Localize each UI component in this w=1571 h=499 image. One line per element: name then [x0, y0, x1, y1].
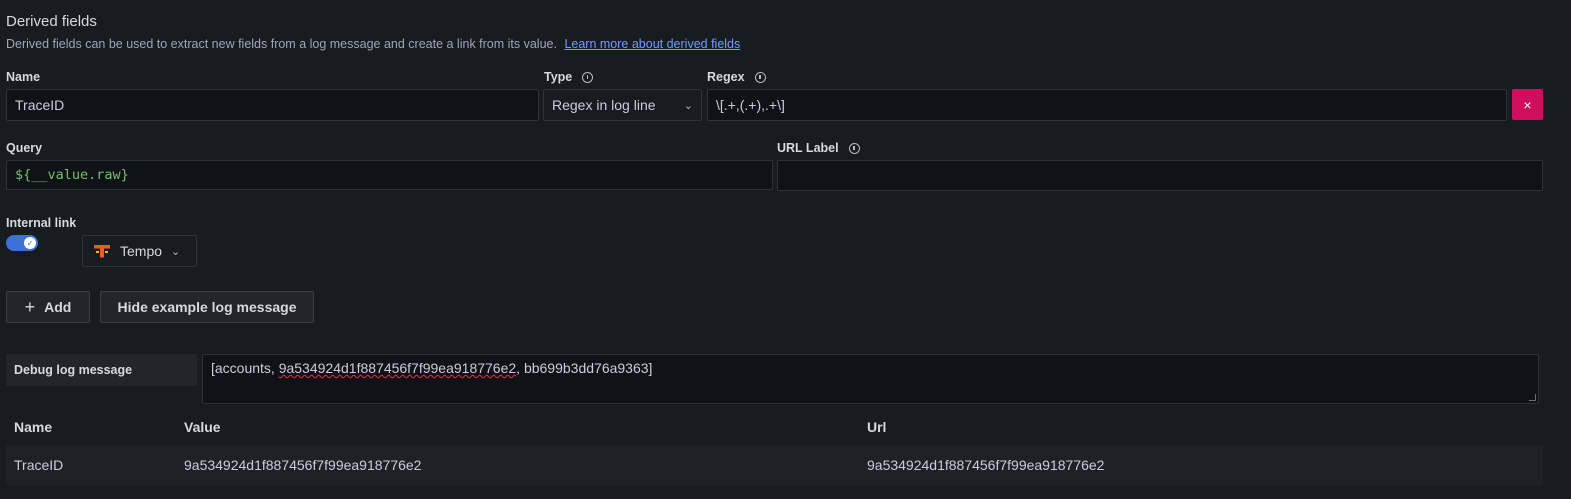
internal-link-label: Internal link — [6, 216, 77, 230]
info-icon[interactable] — [848, 142, 860, 154]
regex-label: Regex — [707, 70, 766, 84]
chevron-down-icon: ⌄ — [171, 245, 181, 258]
column-header-name: Name — [14, 419, 53, 435]
hide-example-button[interactable]: Hide example log message — [100, 291, 314, 323]
add-field-button[interactable]: + Add — [6, 291, 90, 323]
datasource-name: Tempo — [120, 243, 163, 259]
plus-icon: + — [24, 296, 36, 317]
debug-message-suffix: , bb699b3dd76a9363] — [516, 360, 653, 376]
column-header-url: Url — [867, 419, 887, 435]
resize-handle[interactable] — [1529, 394, 1536, 401]
regex-input-value: \[.+,(.+),.+\] — [716, 97, 785, 113]
chevron-down-icon: ⌄ — [683, 99, 693, 112]
description-text: Derived fields can be used to extract ne… — [6, 37, 557, 51]
debug-log-textarea[interactable]: [accounts, 9a534924d1f887456f7f99ea91877… — [202, 354, 1539, 404]
tempo-logo-icon — [94, 245, 110, 258]
type-select[interactable]: Regex in log line ⌄ — [543, 89, 702, 121]
row-name-cell: TraceID — [14, 457, 64, 473]
hide-example-label: Hide example log message — [117, 299, 297, 315]
section-title: Derived fields — [6, 13, 97, 30]
debug-log-label: Debug log message — [6, 354, 197, 386]
internal-link-toggle[interactable]: ✓ — [6, 235, 38, 251]
close-icon: × — [1523, 96, 1532, 113]
row-value-cell: 9a534924d1f887456f7f99ea918776e2 — [184, 457, 422, 473]
debug-message-prefix: [accounts, — [211, 360, 279, 376]
learn-more-link[interactable]: Learn more about derived fields — [564, 37, 740, 51]
name-label: Name — [6, 70, 41, 84]
debug-message-trace: 9a534924d1f887456f7f99ea918776e2 — [278, 360, 517, 376]
info-icon[interactable] — [582, 71, 594, 83]
regex-input[interactable]: \[.+,(.+),.+\] — [707, 89, 1507, 121]
remove-field-button[interactable]: × — [1512, 89, 1543, 120]
query-editor-value: ${__value.raw} — [15, 167, 129, 183]
name-input[interactable]: TraceID — [6, 89, 539, 121]
url-label-input[interactable] — [777, 160, 1543, 191]
query-editor[interactable]: ${__value.raw} — [6, 160, 773, 190]
table-row: TraceID 9a534924d1f887456f7f99ea918776e2… — [6, 445, 1543, 485]
type-select-value: Regex in log line — [552, 97, 656, 113]
name-input-value: TraceID — [15, 97, 65, 113]
info-icon[interactable] — [754, 71, 766, 83]
datasource-picker[interactable]: Tempo ⌄ — [82, 235, 197, 267]
url-label-label: URL Label — [777, 141, 860, 155]
add-button-label: Add — [44, 299, 72, 315]
type-label: Type — [544, 70, 594, 84]
check-icon: ✓ — [24, 237, 36, 249]
section-description: Derived fields can be used to extract ne… — [6, 37, 740, 51]
query-label: Query — [6, 141, 43, 155]
column-header-value: Value — [184, 419, 221, 435]
row-url-cell: 9a534924d1f887456f7f99ea918776e2 — [867, 457, 1105, 473]
